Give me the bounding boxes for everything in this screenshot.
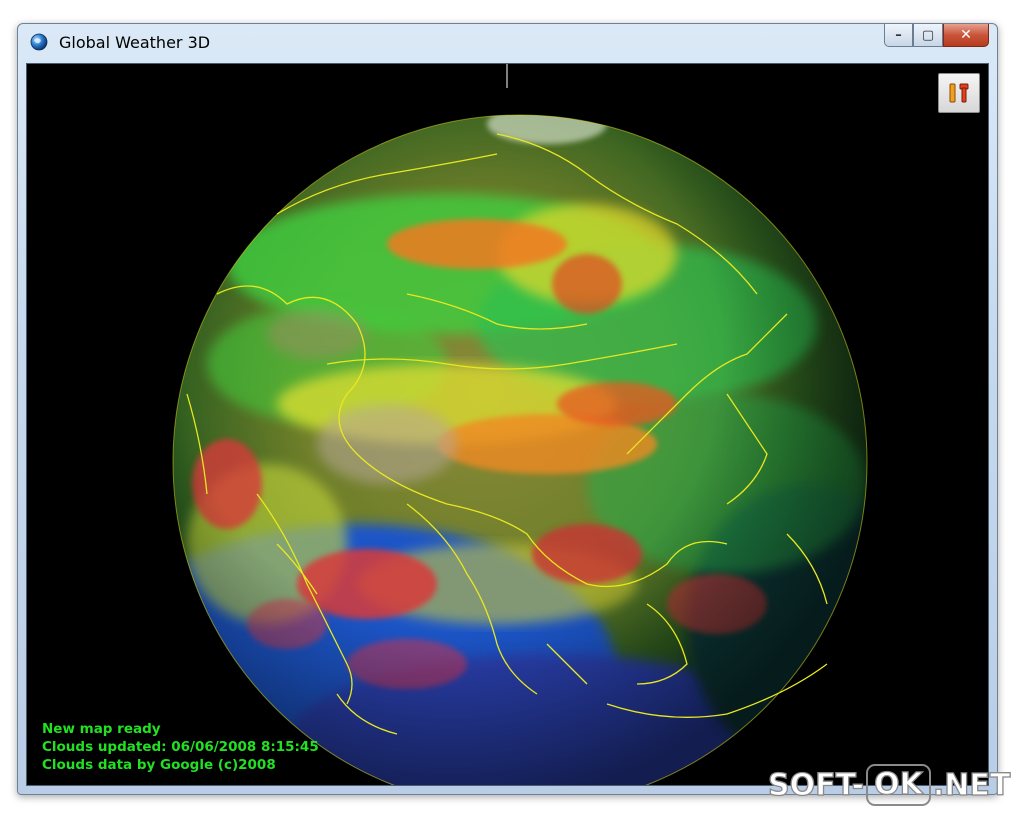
minimize-icon: – (895, 27, 902, 43)
watermark-text-ok: OK (866, 764, 931, 806)
maximize-button[interactable]: ▢ (913, 24, 943, 47)
watermark: SOFT- OK .NET (767, 764, 1011, 806)
settings-button[interactable] (938, 73, 980, 113)
globe-viewport[interactable]: New map ready Clouds updated: 06/06/2008… (26, 63, 989, 786)
globe-shading (173, 115, 867, 785)
app-window: Global Weather 3D – ▢ ✕ New map ready Cl… (17, 23, 998, 795)
watermark-text-soft: SOFT- (767, 767, 865, 803)
status-line-clouds-credit: Clouds data by Google (c)2008 (42, 757, 276, 773)
status-line-clouds-updated: Clouds updated: 06/06/2008 8:15:45 (42, 739, 319, 755)
globe-app-icon (30, 33, 48, 51)
minimize-button[interactable]: – (884, 24, 913, 47)
title-bar[interactable]: Global Weather 3D – ▢ ✕ (18, 24, 997, 62)
settings-tools-icon (949, 83, 969, 103)
status-overlay: New map ready Clouds updated: 06/06/2008… (42, 720, 319, 774)
close-button[interactable]: ✕ (943, 24, 989, 47)
weather-globe[interactable] (27, 64, 988, 785)
watermark-text-net: .NET (932, 767, 1011, 803)
window-controls: – ▢ ✕ (884, 24, 989, 47)
maximize-icon: ▢ (921, 27, 935, 43)
window-title: Global Weather 3D (59, 33, 211, 52)
close-icon: ✕ (960, 27, 972, 43)
status-line-map-ready: New map ready (42, 721, 161, 737)
